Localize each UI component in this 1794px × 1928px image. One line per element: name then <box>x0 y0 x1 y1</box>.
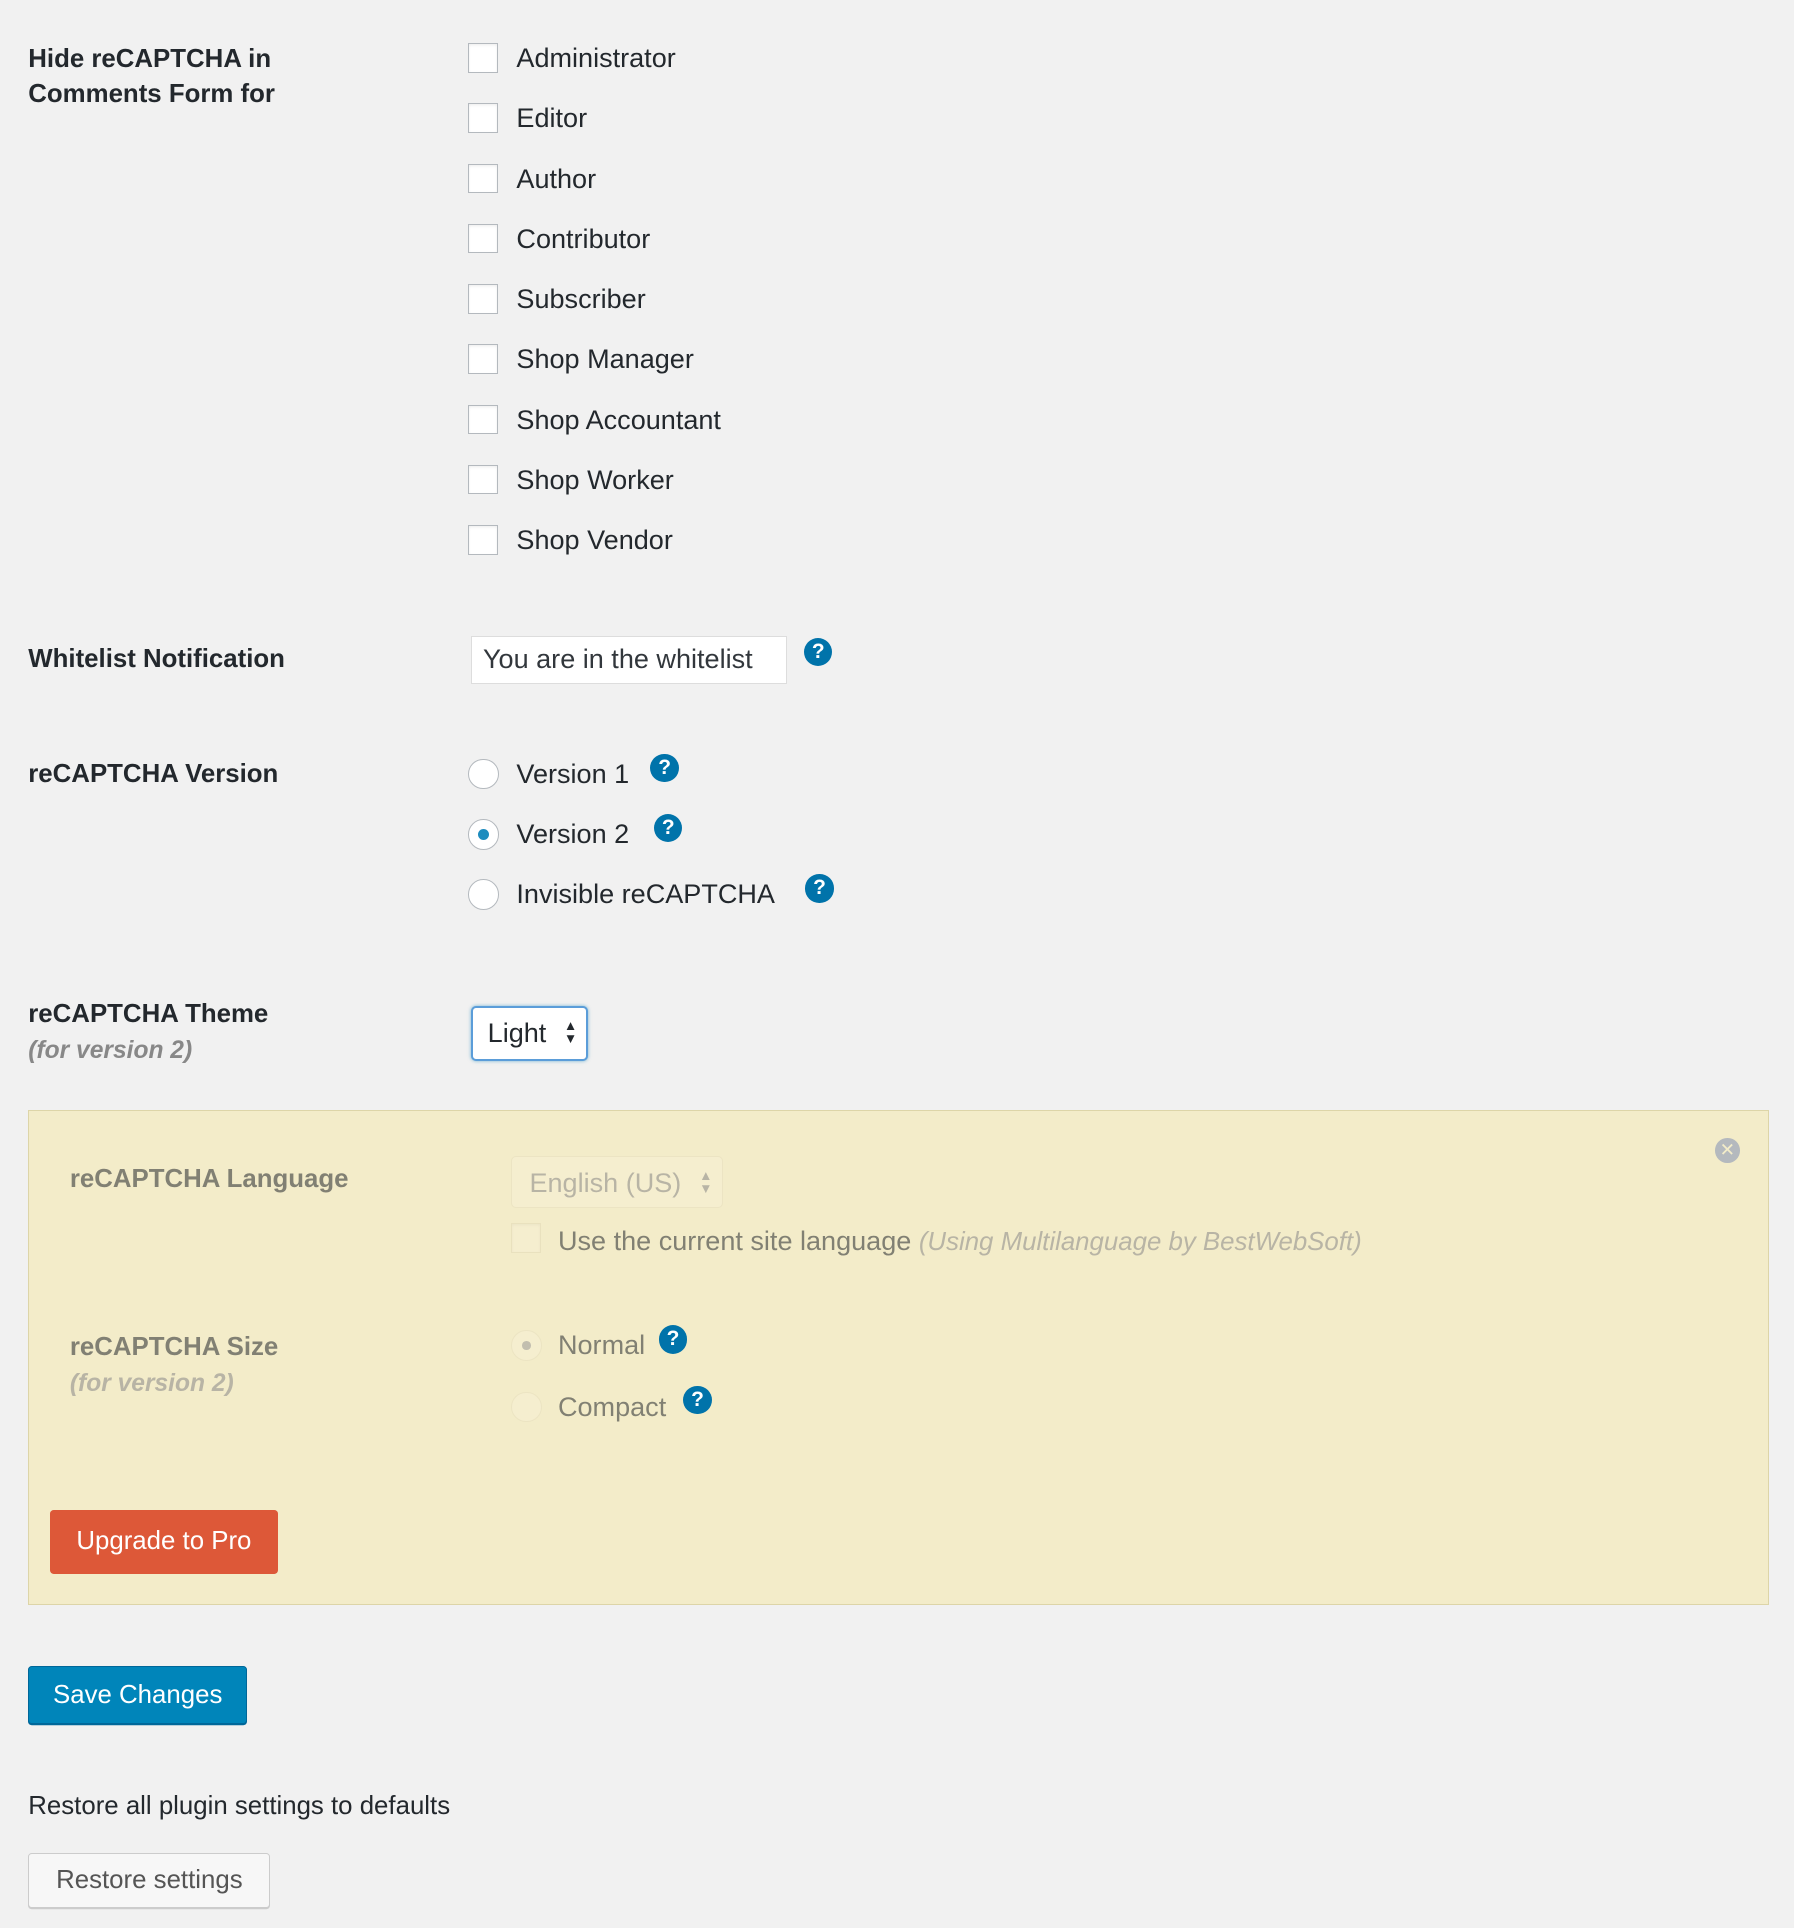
role-checkbox[interactable] <box>468 525 498 555</box>
role-checkbox[interactable] <box>468 344 498 374</box>
role-checkbox[interactable] <box>468 284 498 314</box>
help-icon[interactable]: ? <box>804 638 833 667</box>
role-checkbox[interactable] <box>468 464 498 495</box>
version-label-option: Version 2 <box>516 818 630 849</box>
version-radio[interactable] <box>468 879 500 910</box>
size-normal-radio[interactable] <box>511 1330 542 1361</box>
size-label: reCAPTCHA Size <box>69 1333 279 1362</box>
version-label-option: Invisible reCAPTCHA <box>516 879 775 910</box>
size-compact-label: Compact <box>557 1391 667 1422</box>
upgrade-to-pro-button[interactable]: Upgrade to Pro <box>50 1509 278 1574</box>
role-checkbox[interactable] <box>468 223 498 254</box>
help-icon[interactable]: ? <box>654 813 683 843</box>
theme-note: (for version 2) <box>28 1036 193 1064</box>
pro-features-box: ✕ reCAPTCHA Language English (US) ▲ ▼ Use… <box>28 1110 1770 1605</box>
role-label: Shop Accountant <box>516 404 721 435</box>
language-select-value: English (US) <box>529 1167 682 1198</box>
select-arrows-icon: ▲ ▼ <box>563 1017 578 1047</box>
save-changes-button[interactable]: Save Changes <box>28 1666 248 1724</box>
language-select[interactable]: English (US) ▲ ▼ <box>511 1155 723 1209</box>
site-language-checkbox[interactable] <box>511 1223 541 1253</box>
role-checkbox[interactable] <box>468 404 498 435</box>
role-checkbox[interactable] <box>468 163 498 194</box>
restore-text: Restore all plugin settings to defaults <box>28 1791 451 1820</box>
version-radio[interactable] <box>468 758 500 790</box>
whitelist-notification-input[interactable] <box>470 635 787 684</box>
role-checkbox[interactable] <box>468 103 498 133</box>
role-label: Author <box>516 163 597 194</box>
role-label: Contributor <box>516 223 651 254</box>
role-label: Editor <box>516 103 588 134</box>
role-label: Administrator <box>516 43 676 74</box>
site-language-note: (Using Multilanguage by BestWebSoft) <box>918 1227 1362 1256</box>
restore-settings-button[interactable]: Restore settings <box>28 1853 271 1909</box>
help-icon[interactable]: ? <box>650 753 679 782</box>
version-label: reCAPTCHA Version <box>28 760 279 789</box>
theme-label: reCAPTCHA Theme <box>28 1000 269 1029</box>
site-language-label: Use the current site language (Using Mul… <box>558 1226 1362 1257</box>
role-label: Subscriber <box>516 284 646 315</box>
size-compact-radio[interactable] <box>511 1391 542 1423</box>
role-label: Shop Vendor <box>516 525 673 556</box>
help-icon[interactable]: ? <box>683 1385 712 1414</box>
version-label-option: Version 1 <box>516 758 630 789</box>
role-label: Shop Manager <box>516 344 694 375</box>
size-normal-label: Normal <box>557 1330 646 1361</box>
size-note: (for version 2) <box>69 1369 234 1397</box>
hide-recaptcha-label: Hide reCAPTCHA in Comments Form for <box>28 44 275 109</box>
whitelist-label: Whitelist Notification <box>28 644 285 673</box>
role-checkbox[interactable] <box>468 43 498 73</box>
close-circle-icon[interactable]: ✕ <box>1715 1138 1740 1163</box>
help-icon[interactable]: ? <box>658 1325 688 1354</box>
version-radio[interactable] <box>468 818 500 850</box>
theme-select[interactable]: Light ▲ ▼ <box>470 1005 588 1062</box>
role-label: Shop Worker <box>516 464 674 495</box>
site-language-text: Use the current site language <box>557 1225 912 1256</box>
select-arrows-icon: ▲ ▼ <box>699 1167 713 1197</box>
help-icon[interactable]: ? <box>805 874 834 903</box>
language-label: reCAPTCHA Language <box>69 1164 349 1193</box>
theme-select-value: Light <box>487 1017 547 1048</box>
